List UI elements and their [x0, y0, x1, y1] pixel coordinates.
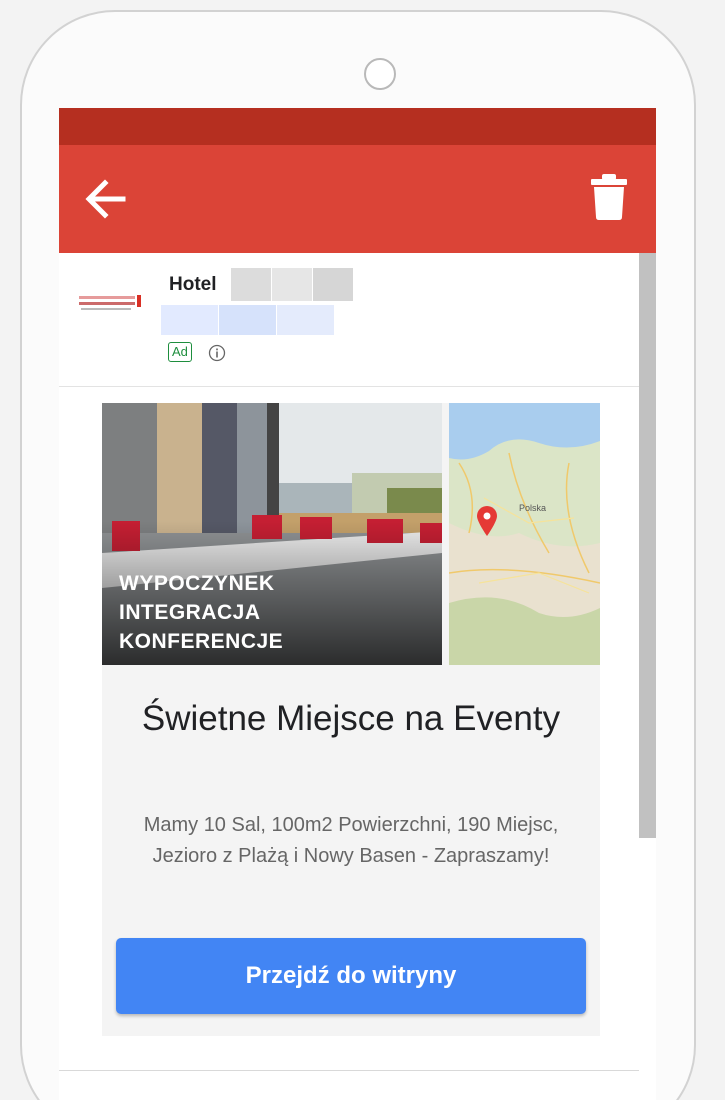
overlay-line: KONFERENCJE — [119, 630, 284, 653]
arrow-left-icon[interactable] — [83, 177, 127, 221]
redacted-url — [161, 305, 335, 335]
divider — [59, 1070, 639, 1071]
conference-room-image[interactable]: WYPOCZYNEK INTEGRACJA KONFERENCJE — [102, 403, 442, 665]
sender-header: Hotel Ad — [59, 253, 639, 387]
location-map[interactable]: Polska — [449, 403, 600, 665]
scrollbar[interactable] — [639, 253, 656, 838]
ad-card[interactable]: WYPOCZYNEK INTEGRACJA KONFERENCJE Polska — [102, 403, 600, 1036]
status-bar — [59, 108, 656, 145]
redacted-name — [231, 268, 355, 301]
visit-site-button[interactable]: Przejdź do witryny — [116, 938, 586, 1014]
info-icon[interactable] — [208, 344, 226, 362]
trash-icon[interactable] — [589, 173, 629, 221]
ad-badge: Ad — [168, 342, 192, 362]
ad-headline: Świetne Miejsce na Eventy — [141, 699, 561, 738]
app-bar — [59, 145, 656, 253]
map-illustration: Polska — [449, 403, 600, 665]
ad-description: Mamy 10 Sal, 100m2 Powierzchni, 190 Miej… — [143, 814, 559, 867]
hotel-logo — [79, 293, 143, 317]
map-pin-icon — [477, 506, 497, 536]
overlay-line: INTEGRACJA — [119, 601, 261, 624]
map-country-label: Polska — [519, 503, 546, 513]
overlay-line: WYPOCZYNEK — [119, 572, 275, 595]
sender-name: Hotel — [169, 274, 217, 295]
image-overlay-text: WYPOCZYNEK INTEGRACJA KONFERENCJE — [119, 569, 283, 656]
phone-camera — [364, 58, 396, 90]
phone-screen: Hotel Ad WYPOCZYNEK INTEGRACJA KONFERENC… — [59, 108, 656, 1100]
